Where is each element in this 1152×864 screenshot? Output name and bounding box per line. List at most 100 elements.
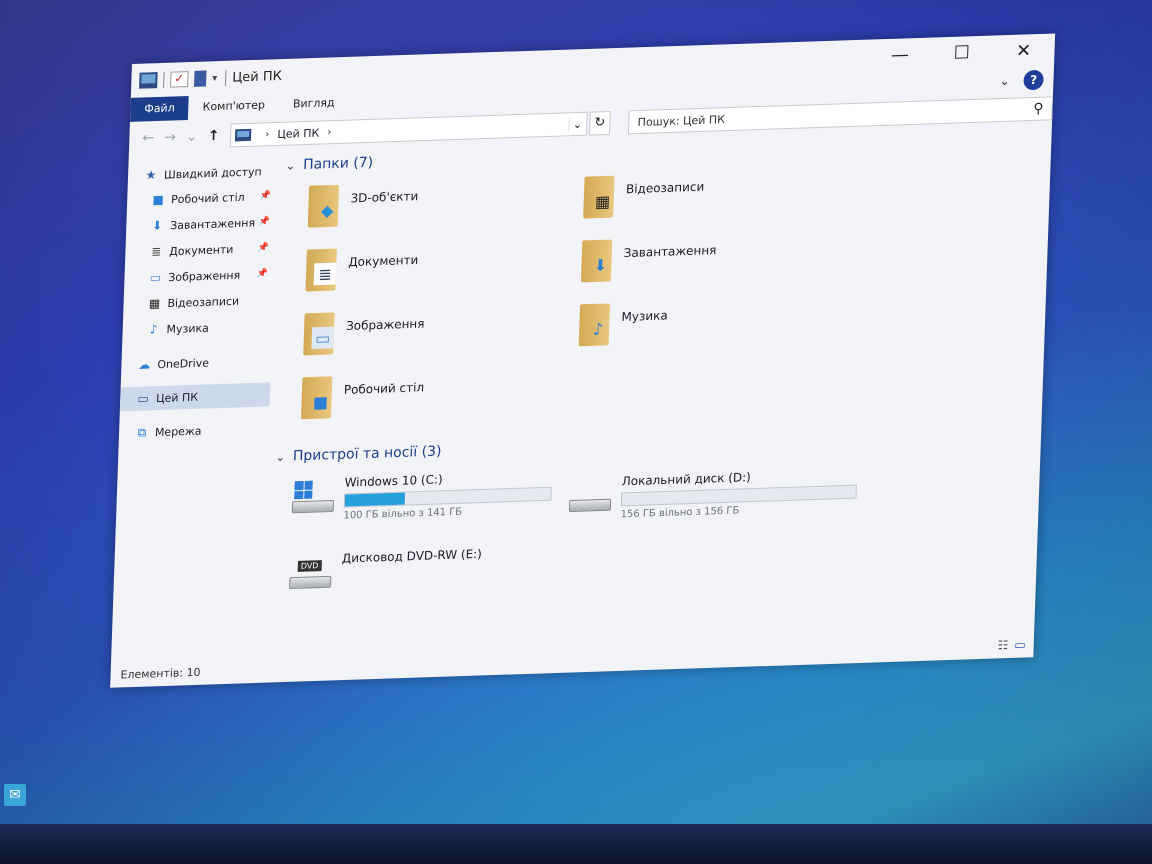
- folder-3d-objects[interactable]: ◆ 3D-об'єкти: [304, 180, 419, 230]
- sidebar-item-label: Мережа: [154, 424, 202, 439]
- maximize-button[interactable]: ☐: [930, 36, 993, 72]
- sidebar-item-label: Музика: [166, 321, 210, 336]
- star-icon: ★: [145, 167, 157, 183]
- content-pane: ⌄ Папки (7) ◆ 3D-об'єкти ≣ Документи ▭ З…: [269, 130, 1042, 653]
- group-title: Пристрої та носії (3): [292, 443, 442, 465]
- cloud-icon: ☁: [138, 357, 151, 372]
- address-dropdown-button[interactable]: ⌄: [567, 117, 587, 131]
- status-bar-item-count: Елементів: 10: [120, 665, 201, 682]
- breadcrumb-separator[interactable]: ›: [327, 127, 331, 138]
- music-icon: ♪: [575, 301, 617, 348]
- documents-icon: ≣: [301, 246, 343, 293]
- drive-c[interactable]: Windows 10 (C:) 100 ГБ вільно з 141 ГБ: [289, 469, 552, 524]
- up-button[interactable]: ↑: [202, 128, 224, 145]
- folder-label: Завантаження: [623, 243, 717, 261]
- folder-downloads[interactable]: ⬇ Завантаження: [577, 234, 717, 284]
- computer-icon: ▭: [137, 391, 150, 406]
- properties-icon[interactable]: ✓: [170, 71, 189, 88]
- navigation-pane: ★ Швидкий доступ ■ Робочий стіл 📌 ⬇ Зава…: [111, 159, 278, 658]
- dvd-drive-icon: DVD: [287, 552, 334, 593]
- divider: [224, 69, 227, 86]
- sidebar-item-label: Документи: [169, 242, 234, 258]
- 3d-objects-icon: ◆: [304, 183, 346, 230]
- chevron-down-icon[interactable]: ⌄: [275, 450, 285, 463]
- tab-computer[interactable]: Комп'ютер: [188, 93, 279, 120]
- sidebar-item-label: Відеозаписи: [167, 294, 240, 310]
- customize-toolbar-icon[interactable]: ▾: [212, 73, 217, 84]
- monitor-bezel: [0, 824, 1152, 864]
- recent-locations-button[interactable]: ⌄: [181, 128, 203, 145]
- sidebar-item-label: OneDrive: [157, 356, 210, 371]
- search-icon[interactable]: ⚲: [1033, 101, 1044, 117]
- hard-drive-icon: [567, 475, 614, 516]
- folder-pictures[interactable]: ▭ Зображення: [299, 308, 425, 358]
- sidebar-item-onedrive[interactable]: ☁ OneDrive: [121, 348, 272, 377]
- pictures-icon: ▭: [149, 270, 162, 285]
- tab-view[interactable]: Вигляд: [279, 91, 349, 117]
- folder-label: 3D-об'єкти: [350, 189, 419, 206]
- desktop-icon: ■: [152, 192, 165, 207]
- drive-name: Дисковод DVD-RW (E:): [341, 546, 483, 566]
- this-pc-icon: [235, 128, 252, 142]
- sidebar-item-label: Робочий стіл: [170, 190, 245, 206]
- chevron-down-icon[interactable]: ⌄: [286, 159, 296, 172]
- new-folder-icon[interactable]: [193, 70, 207, 87]
- downloads-icon: ⬇: [577, 237, 619, 284]
- desktop-icon: ■: [297, 374, 339, 421]
- download-icon: ⬇: [151, 218, 163, 233]
- drive-d[interactable]: Локальний диск (D:) 156 ГБ вільно з 156 …: [567, 467, 858, 522]
- breadcrumb[interactable]: Цей ПК: [277, 126, 319, 140]
- drive-name: Windows 10 (C:): [344, 472, 443, 490]
- forward-button[interactable]: →: [159, 129, 181, 146]
- drives-grid: Windows 10 (C:) 100 ГБ вільно з 141 ГБ D…: [270, 443, 1031, 618]
- minimize-button[interactable]: —: [868, 38, 931, 74]
- sidebar-item-music[interactable]: ♪ Музика: [122, 313, 273, 344]
- folder-label: Відеозаписи: [625, 179, 705, 197]
- videos-icon: ▦: [579, 173, 621, 220]
- address-bar[interactable]: › Цей ПК › ⌄: [230, 111, 588, 148]
- sidebar-item-this-pc[interactable]: ▭ Цей ПК: [119, 382, 271, 412]
- drive-usage-fill: [344, 492, 405, 507]
- folder-documents[interactable]: ≣ Документи: [301, 244, 419, 294]
- back-button[interactable]: ←: [137, 130, 159, 147]
- sidebar-item-label: Цей ПК: [155, 390, 199, 405]
- pin-icon[interactable]: 📌: [260, 191, 272, 201]
- pictures-icon: ▭: [299, 310, 341, 357]
- folder-label: Музика: [621, 308, 668, 324]
- pin-icon[interactable]: 📌: [258, 243, 270, 253]
- sidebar-item-label: Завантаження: [169, 215, 256, 232]
- drive-e[interactable]: DVD Дисковод DVD-RW (E:): [287, 547, 482, 593]
- chevron-down-icon[interactable]: ⌄: [999, 74, 1010, 88]
- document-icon: ≣: [151, 244, 162, 259]
- breadcrumb-separator[interactable]: ›: [265, 129, 269, 140]
- desktop-shortcut-icon[interactable]: ✉: [4, 784, 26, 806]
- folder-videos[interactable]: ▦ Відеозаписи: [579, 171, 705, 221]
- music-icon: ♪: [149, 322, 158, 337]
- group-title: Папки (7): [302, 154, 374, 173]
- window-title: Цей ПК: [231, 68, 283, 86]
- pin-icon[interactable]: 📌: [259, 217, 271, 227]
- file-explorer-window: ✓ ▾ Цей ПК — ☐ ✕ Файл Комп'ютер Вигляд ⌄…: [110, 33, 1056, 688]
- folder-music[interactable]: ♪ Музика: [575, 299, 669, 348]
- pin-icon[interactable]: 📌: [257, 269, 269, 279]
- help-icon[interactable]: ?: [1023, 69, 1044, 91]
- tiles-view-icon[interactable]: ▭: [1014, 638, 1026, 652]
- sidebar-item-label: Зображення: [168, 268, 241, 284]
- ribbon-right: ⌄ ?: [999, 69, 1044, 91]
- this-pc-icon: [139, 72, 158, 89]
- refresh-button[interactable]: ↻: [588, 110, 612, 136]
- folder-label: Документи: [348, 252, 419, 270]
- folder-label: Зображення: [345, 316, 425, 334]
- details-view-icon[interactable]: ☷: [997, 638, 1008, 652]
- network-icon: ⧉: [137, 424, 147, 440]
- tab-file[interactable]: Файл: [129, 96, 190, 122]
- close-button[interactable]: ✕: [992, 33, 1055, 69]
- divider: [163, 71, 165, 88]
- folders-grid: ◆ 3D-об'єкти ≣ Документи ▭ Зображення ■ …: [276, 152, 1041, 446]
- video-icon: ▦: [148, 296, 161, 311]
- sidebar-item-network[interactable]: ⧉ Мережа: [119, 416, 270, 445]
- dvd-label: DVD: [297, 560, 322, 572]
- folder-desktop[interactable]: ■ Робочий стіл: [297, 371, 425, 421]
- sidebar-item-label: Швидкий доступ: [163, 164, 262, 182]
- windows-drive-icon: [290, 476, 337, 517]
